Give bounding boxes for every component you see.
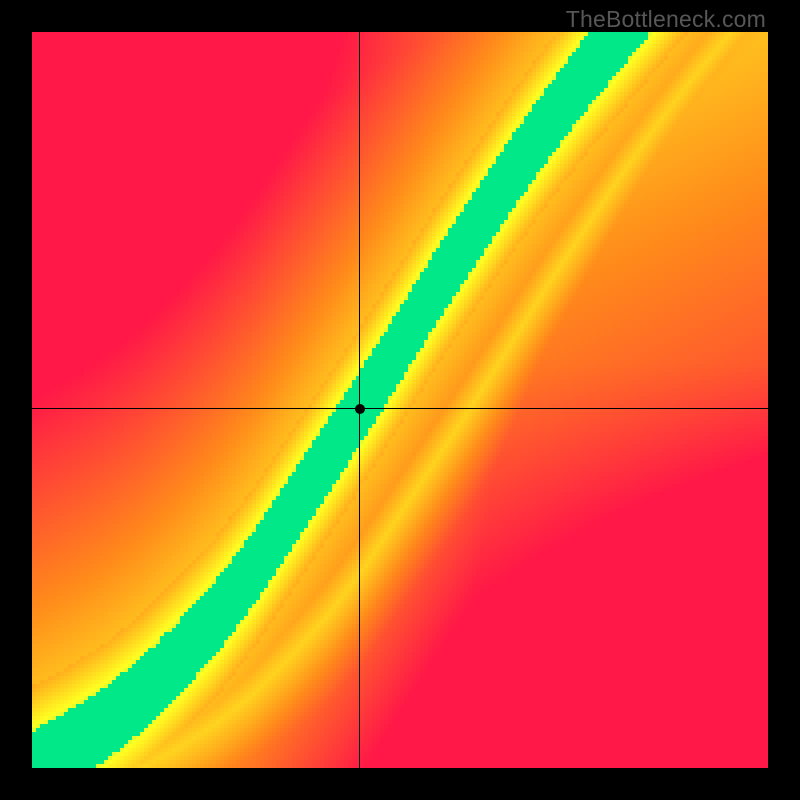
chart-frame: TheBottleneck.com: [0, 0, 800, 800]
crosshair-vertical: [359, 32, 360, 768]
watermark-text: TheBottleneck.com: [566, 6, 766, 33]
crosshair-horizontal: [32, 408, 768, 409]
selection-marker: [355, 404, 365, 414]
bottleneck-heatmap: [32, 32, 768, 768]
